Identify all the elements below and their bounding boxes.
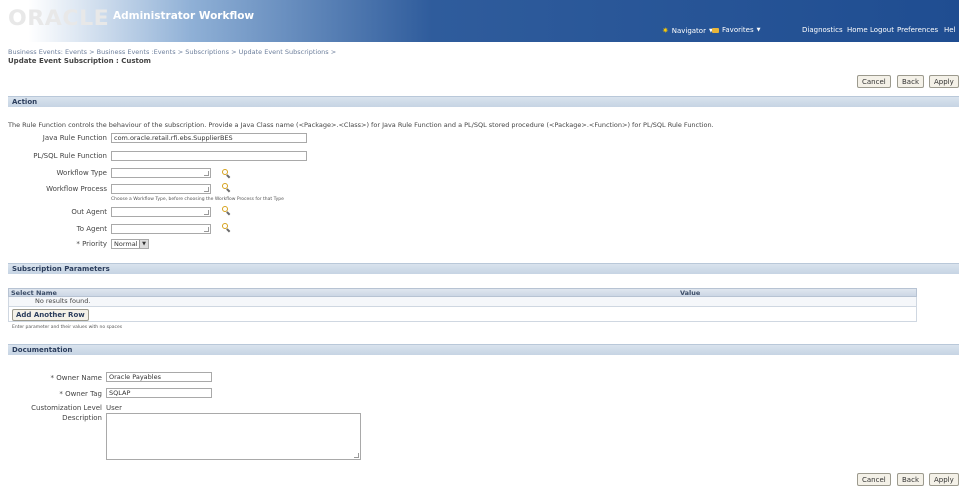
section-header-documentation: Documentation — [8, 344, 959, 355]
breadcrumb-item[interactable]: Business Events: Events — [8, 48, 87, 56]
app-title: Administrator Workflow — [113, 10, 255, 22]
apply-button[interactable]: Apply — [929, 473, 959, 486]
link-preferences[interactable]: Preferences — [897, 26, 938, 34]
customization-level-value: User — [106, 404, 122, 412]
instructions-text: The Rule Function controls the behaviour… — [8, 121, 714, 129]
search-icon[interactable] — [222, 206, 231, 216]
plsql-rule-function-field[interactable] — [111, 151, 307, 161]
workflow-type-label: Workflow Type — [56, 169, 107, 177]
breadcrumb-separator: > — [231, 48, 237, 56]
java-rule-function-field[interactable]: com.oracle.retail.rfi.ebs.SupplierBES — [111, 133, 307, 143]
breadcrumb-item[interactable]: Subscriptions — [185, 48, 229, 56]
column-header-value: Value — [680, 289, 701, 297]
favorites-label: Favorites — [722, 26, 754, 34]
breadcrumb-item[interactable]: Business Events :Events — [97, 48, 176, 56]
link-help[interactable]: Hel — [944, 26, 956, 34]
description-label: Description — [62, 414, 102, 422]
section-title: Action — [12, 98, 38, 106]
table-row: No results found. — [8, 297, 917, 307]
parameters-hint: Enter parameter and their values with no… — [12, 325, 123, 330]
add-another-row-button[interactable]: Add Another Row — [12, 309, 89, 321]
out-agent-label: Out Agent — [71, 208, 107, 216]
owner-tag-field[interactable]: SQLAP — [106, 388, 212, 398]
section-title: Documentation — [12, 346, 73, 354]
search-icon[interactable] — [222, 183, 231, 193]
oracle-logo: ORACLE — [8, 6, 110, 30]
back-button[interactable]: Back — [897, 75, 924, 88]
plsql-rule-function-label: PL/SQL Rule Function — [33, 152, 107, 160]
folder-icon — [712, 27, 719, 33]
workflow-process-hint: Choose a Workflow Type, before choosing … — [111, 197, 284, 202]
star-icon: ✷ — [662, 26, 669, 35]
parameters-table-header: Select Name Value — [8, 288, 917, 297]
no-results-text: No results found. — [35, 297, 91, 305]
out-agent-field[interactable] — [111, 207, 211, 217]
breadcrumb: Business Events: Events > Business Event… — [8, 48, 336, 56]
customization-level-label: Customization Level — [31, 404, 102, 412]
to-agent-label: To Agent — [76, 225, 107, 233]
priority-select[interactable]: Normal ▼ — [111, 239, 149, 249]
java-rule-function-label: Java Rule Function — [42, 134, 107, 142]
chevron-down-icon: ▼ — [139, 240, 148, 248]
owner-name-field[interactable]: Oracle Payables — [106, 372, 212, 382]
priority-value: Normal — [114, 240, 138, 248]
priority-label: * Priority — [76, 240, 107, 248]
search-icon[interactable] — [222, 223, 231, 233]
breadcrumb-separator: > — [330, 48, 337, 56]
link-home[interactable]: Home — [847, 26, 868, 34]
breadcrumb-item[interactable]: Update Event Subscriptions — [239, 48, 329, 56]
navigator-menu[interactable]: ✷ Navigator ▼ — [662, 26, 713, 35]
description-textarea[interactable] — [106, 413, 361, 460]
search-icon[interactable] — [222, 169, 231, 179]
owner-tag-label: * Owner Tag — [59, 390, 102, 398]
link-diagnostics[interactable]: Diagnostics — [802, 26, 843, 34]
owner-name-label: * Owner Name — [50, 374, 102, 382]
apply-button[interactable]: Apply — [929, 75, 959, 88]
app-header: ORACLE Administrator Workflow ✷ Navigato… — [0, 0, 959, 42]
to-agent-field[interactable] — [111, 224, 211, 234]
section-title: Subscription Parameters — [12, 265, 110, 273]
chevron-down-icon: ▼ — [756, 27, 761, 33]
section-header-action: Action — [8, 96, 959, 107]
favorites-menu[interactable]: Favorites ▼ — [712, 26, 760, 34]
cancel-button[interactable]: Cancel — [857, 75, 891, 88]
cancel-button[interactable]: Cancel — [857, 473, 891, 486]
workflow-process-field[interactable] — [111, 184, 211, 194]
page-title: Update Event Subscription : Custom — [8, 57, 151, 65]
table-footer-row — [8, 307, 917, 322]
back-button[interactable]: Back — [897, 473, 924, 486]
navigator-label: Navigator — [671, 26, 706, 35]
link-logout[interactable]: Logout — [870, 26, 894, 34]
section-header-parameters: Subscription Parameters — [8, 263, 959, 274]
breadcrumb-separator: > — [89, 48, 95, 56]
workflow-type-field[interactable] — [111, 168, 211, 178]
column-header-name: Select Name — [11, 289, 57, 297]
workflow-process-label: Workflow Process — [46, 185, 107, 193]
breadcrumb-separator: > — [177, 48, 184, 56]
